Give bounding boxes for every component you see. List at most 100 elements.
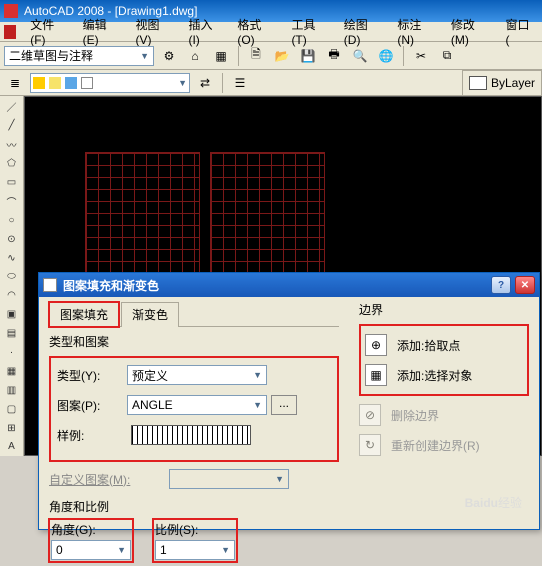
line-tool[interactable]: ／ — [2, 98, 22, 116]
draw-toolbar: ／ ╱ 〰 ⬠ ▭ ⌒ ○ ⊙ ∿ ⬭ ◠ ▣ ▤ · ▦ ▥ ▢ ⊞ A — [0, 96, 24, 456]
circle-tool[interactable]: ○ — [2, 211, 22, 229]
menu-file[interactable]: 文件(F) — [22, 14, 72, 49]
lightbulb-icon — [33, 77, 45, 89]
ellipse-tool[interactable]: ⬭ — [2, 268, 22, 286]
ellipse-arc-tool[interactable]: ◠ — [2, 287, 22, 305]
add-select-objects-button[interactable]: ▦ 添加:选择对象 — [365, 360, 523, 390]
sun-icon — [49, 77, 61, 89]
tab-gradient[interactable]: 渐变色 — [121, 302, 179, 327]
make-block-tool[interactable]: ▤ — [2, 325, 22, 343]
house-icon: ⌂ — [191, 49, 198, 63]
gradient-tool[interactable]: ▥ — [2, 381, 22, 399]
rectangle-tool[interactable]: ▭ — [2, 174, 22, 192]
layer-combo[interactable]: ▼ — [30, 73, 190, 93]
group-type-pattern-label: 类型和图案 — [49, 333, 339, 350]
angle-label: 角度(G): — [51, 521, 131, 538]
chevron-down-icon: ▼ — [140, 51, 149, 61]
mtext-tool[interactable]: A — [2, 438, 22, 456]
help-button[interactable]: ? — [491, 276, 511, 294]
construction-line-tool[interactable]: ╱ — [2, 117, 22, 135]
dialog-left-panel: 图案填充 渐变色 类型和图案 类型(Y): 预定义 ▼ 图案(P): ANGLE… — [49, 301, 339, 562]
cut-button[interactable]: ✂ — [410, 45, 432, 67]
print-button[interactable]: 🖶 — [323, 45, 345, 67]
pattern-browse-button[interactable]: ... — [271, 395, 297, 415]
separator — [222, 73, 223, 93]
tab-strip: 图案填充 渐变色 — [49, 301, 339, 327]
pick-point-icon: ⊕ — [365, 334, 387, 356]
new-button[interactable]: 🗎 — [245, 45, 267, 67]
chevron-down-icon: ▼ — [253, 370, 262, 380]
swatch-preview[interactable] — [131, 425, 251, 445]
add-pick-points-button[interactable]: ⊕ 添加:拾取点 — [365, 330, 523, 360]
scale-label: 比例(S): — [155, 521, 235, 538]
close-button[interactable]: ✕ — [515, 276, 535, 294]
pattern-select-value: ANGLE — [132, 398, 173, 412]
swap-icon: ⇄ — [200, 76, 210, 90]
dialog-titlebar: 图案填充和渐变色 ? ✕ — [39, 273, 539, 297]
workspace-combo-value: 二维草图与注释 — [9, 47, 93, 64]
color-value: ByLayer — [491, 76, 535, 90]
toolbar-layers: ≣ ▼ ⇄ ☰ — [0, 70, 462, 96]
save-button[interactable]: 💾 — [297, 45, 319, 67]
point-tool[interactable]: · — [2, 344, 22, 362]
arc-tool[interactable]: ⌒ — [2, 192, 22, 210]
recreate-boundary-label: 重新创建边界(R) — [391, 437, 480, 454]
polygon-tool[interactable]: ⬠ — [2, 155, 22, 173]
hatch-object-1 — [85, 152, 200, 287]
copy-icon: ⧉ — [443, 48, 452, 63]
workspace-combo[interactable]: 二维草图与注释 ▼ — [4, 46, 154, 66]
region-tool[interactable]: ▢ — [2, 400, 22, 418]
pattern-select[interactable]: ANGLE ▼ — [127, 395, 267, 415]
tab-hatch[interactable]: 图案填充 — [49, 302, 119, 327]
layer-previous-button[interactable]: ⇄ — [194, 72, 216, 94]
scissors-icon: ✂ — [416, 49, 426, 63]
scale-value: 1 — [160, 543, 167, 557]
recreate-boundary-icon: ↻ — [359, 434, 381, 456]
revision-cloud-tool[interactable]: ⊙ — [2, 230, 22, 248]
insert-block-tool[interactable]: ▣ — [2, 306, 22, 324]
table-tool[interactable]: ⊞ — [2, 419, 22, 437]
add-pick-label: 添加:拾取点 — [397, 337, 460, 354]
color-panel: ByLayer — [462, 70, 542, 96]
separator — [238, 46, 239, 66]
type-select[interactable]: 预定义 ▼ — [127, 365, 267, 385]
dialog-icon — [43, 278, 57, 292]
angle-value: 0 — [56, 543, 63, 557]
polyline-tool[interactable]: 〰 — [2, 136, 22, 154]
plot-preview-button[interactable]: 🔍 — [349, 45, 371, 67]
list-icon: ☰ — [235, 76, 246, 90]
layer-manager-button[interactable]: ≣ — [4, 72, 26, 94]
app-icon — [4, 4, 18, 18]
printer-icon: 🖶 — [328, 45, 339, 66]
color-swatch — [469, 76, 487, 90]
layers-icon: ≣ — [10, 76, 20, 90]
chevron-down-icon: ▼ — [253, 400, 262, 410]
swatch-label: 样例: — [57, 427, 127, 444]
gear-icon: ⚙ — [164, 49, 175, 63]
custom-pattern-label: 自定义图案(M): — [49, 471, 169, 488]
remove-boundary-icon: ⊘ — [359, 404, 381, 426]
publish-button[interactable]: 🌐 — [375, 45, 397, 67]
chevron-down-icon: ▼ — [221, 545, 230, 555]
color-swatch-icon — [81, 77, 93, 89]
workspace-settings-button[interactable]: ⚙ — [158, 45, 180, 67]
tool-palettes-button[interactable]: ▦ — [210, 45, 232, 67]
custom-pattern-select: ▼ — [169, 469, 289, 489]
menu-window[interactable]: 窗口( — [498, 14, 538, 49]
copy-button[interactable]: ⧉ — [436, 45, 458, 67]
spline-tool[interactable]: ∿ — [2, 249, 22, 267]
dashboard-button[interactable]: ⌂ — [184, 45, 206, 67]
pattern-label: 图案(P): — [57, 397, 127, 414]
squares-icon: ▦ — [215, 49, 226, 63]
recreate-boundary-button: ↻ 重新创建边界(R) — [359, 430, 529, 460]
scale-input[interactable]: 1 ▼ — [155, 540, 235, 560]
chevron-down-icon: ▼ — [117, 545, 126, 555]
remove-boundary-label: 删除边界 — [391, 407, 439, 424]
open-button[interactable]: 📂 — [271, 45, 293, 67]
type-pattern-group: 类型(Y): 预定义 ▼ 图案(P): ANGLE ▼ ... 样例: — [49, 356, 339, 462]
hatch-tool[interactable]: ▦ — [2, 362, 22, 380]
chevron-down-icon: ▼ — [178, 78, 187, 88]
layer-states-button[interactable]: ☰ — [229, 72, 251, 94]
menu-edit[interactable]: 编辑(E) — [75, 14, 126, 49]
angle-input[interactable]: 0 ▼ — [51, 540, 131, 560]
